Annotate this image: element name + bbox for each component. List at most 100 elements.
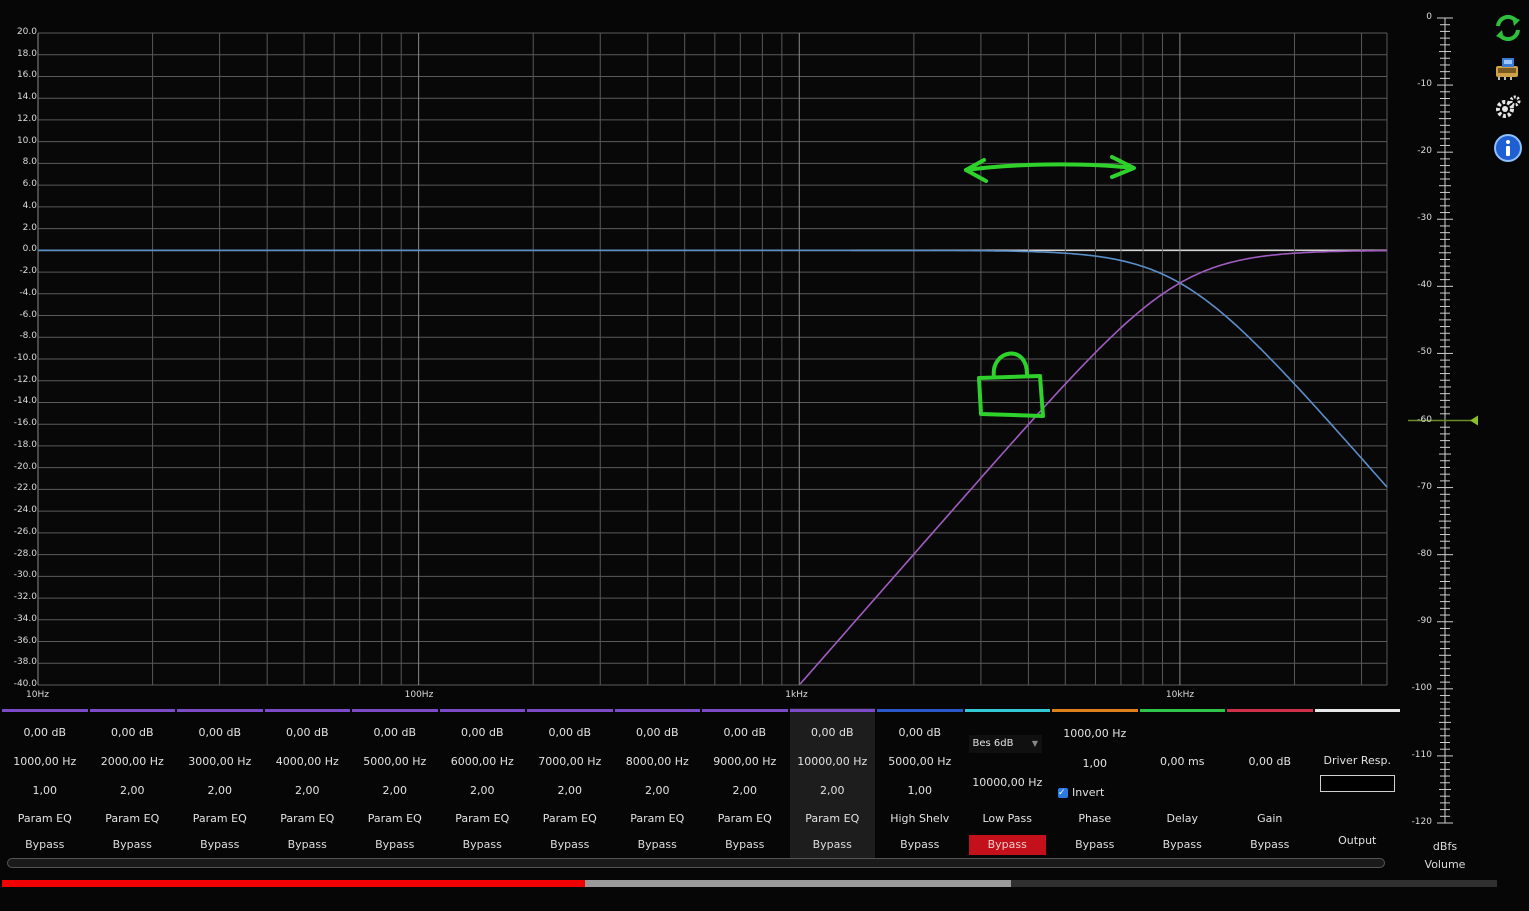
channel-color-bar [177, 709, 263, 712]
lowpass-frequency-value[interactable]: 10000,00 Hz [965, 775, 1051, 791]
channel-q-value[interactable]: 2,00 [352, 783, 438, 799]
channel-color-bar [1052, 709, 1138, 712]
channel-filter-type[interactable]: Param EQ [177, 811, 263, 827]
volume-meter [1408, 17, 1478, 824]
channel-bypass-button[interactable]: Bypass [94, 835, 172, 855]
channel-bypass-button[interactable]: Bypass [6, 835, 84, 855]
gain-tick-label: 4.0 [22, 200, 37, 211]
lowpass-channel: Bes 6dB ▼ 10000,00 Hz Low Pass Bypass [964, 708, 1051, 858]
eq-channel-4: 0,00 dB 4000,00 Hz 2,00 Param EQ Bypass [264, 708, 351, 858]
strip-horizontal-scrollbar[interactable] [7, 858, 1385, 868]
channel-gain-value[interactable]: 0,00 dB [527, 725, 613, 741]
channel-q-value[interactable]: 1,00 [2, 783, 88, 799]
channel-bypass-button[interactable]: Bypass [881, 835, 959, 855]
channel-filter-type[interactable]: Param EQ [2, 811, 88, 827]
delay-type[interactable]: Delay [1140, 811, 1226, 827]
channel-gain-value[interactable]: 0,00 dB [877, 725, 963, 741]
channel-gain-value[interactable]: 0,00 dB [352, 725, 438, 741]
channel-filter-type[interactable]: Param EQ [265, 811, 351, 827]
gain-value[interactable]: 0,00 dB [1227, 754, 1313, 770]
phase-bypass-button[interactable]: Bypass [1056, 835, 1134, 855]
channel-frequency-value[interactable]: 8000,00 Hz [615, 754, 701, 770]
channel-gain-value[interactable]: 0,00 dB [440, 725, 526, 741]
channel-bypass-button[interactable]: Bypass [531, 835, 609, 855]
channel-bypass-button[interactable]: Bypass [706, 835, 784, 855]
channel-filter-type[interactable]: High Shelv [877, 811, 963, 827]
channel-bypass-button[interactable]: Bypass [356, 835, 434, 855]
channel-frequency-value[interactable]: 10000,00 Hz [790, 754, 876, 770]
eq-channel-5: 0,00 dB 5000,00 Hz 2,00 Param EQ Bypass [352, 708, 438, 858]
channel-filter-type[interactable]: Param EQ [527, 811, 613, 827]
gain-bypass-button[interactable]: Bypass [1231, 835, 1309, 855]
channel-gain-value[interactable]: 0,00 dB [790, 725, 876, 741]
channel-filter-type[interactable]: Param EQ [790, 811, 876, 827]
eq-channel-2: 0,00 dB 2000,00 Hz 2,00 Param EQ Bypass [89, 708, 176, 858]
phase-filter-type[interactable]: Phase [1052, 811, 1138, 827]
channel-frequency-value[interactable]: 1000,00 Hz [2, 754, 88, 770]
driver-response-field[interactable] [1319, 775, 1395, 792]
gain-type[interactable]: Gain [1227, 811, 1313, 827]
video-progress-bar[interactable] [2, 880, 1497, 887]
delay-value[interactable]: 0,00 ms [1140, 754, 1226, 770]
eq-application: 20.0 18.0 16.0 14.0 12.0 10.0 8.0 6.0 4.0 2.0 0.0 -… [0, 0, 1529, 911]
gain-tick-label: -8.0 [19, 331, 37, 342]
channel-q-value[interactable]: 2,00 [265, 783, 351, 799]
channel-frequency-value[interactable]: 2000,00 Hz [90, 754, 176, 770]
channel-gain-value[interactable]: 0,00 dB [702, 725, 788, 741]
lowpass-bypass-button[interactable]: Bypass [968, 835, 1046, 855]
checkbox-checked-icon: ✓ [1058, 788, 1068, 798]
info-icon[interactable] [1492, 132, 1524, 164]
channel-q-value[interactable]: 2,00 [90, 783, 176, 799]
gain-tick-label: -10.0 [13, 353, 37, 363]
channel-bypass-button[interactable]: Bypass [619, 835, 697, 855]
channel-bypass-button[interactable]: Bypass [269, 835, 347, 855]
channel-filter-type[interactable]: Param EQ [615, 811, 701, 827]
channel-frequency-value[interactable]: 6000,00 Hz [440, 754, 526, 770]
channel-q-value[interactable]: 2,00 [177, 783, 263, 799]
channel-frequency-value[interactable]: 3000,00 Hz [177, 754, 263, 770]
volume-tick-label: -100 [1411, 682, 1432, 693]
channel-gain-value[interactable]: 0,00 dB [265, 725, 351, 741]
volume-tick-label: -80 [1417, 548, 1432, 559]
channel-gain-value[interactable]: 0,00 dB [177, 725, 263, 741]
channel-bypass-button[interactable]: Bypass [794, 835, 872, 855]
chip-device-icon[interactable] [1492, 52, 1524, 84]
channel-bypass-button[interactable]: Bypass [181, 835, 259, 855]
volume-slider-handle[interactable] [1470, 415, 1478, 426]
channel-filter-type[interactable]: Param EQ [90, 811, 176, 827]
channel-frequency-value[interactable]: 9000,00 Hz [702, 754, 788, 770]
eq-channel-10: 0,00 dB 10000,00 Hz 2,00 Param EQ Bypass [789, 708, 876, 858]
channel-filter-type[interactable]: Param EQ [440, 811, 526, 827]
driver-response-label[interactable]: Driver Resp. [1315, 753, 1401, 769]
channel-gain-value[interactable]: 0,00 dB [615, 725, 701, 741]
channel-frequency-value[interactable]: 7000,00 Hz [527, 754, 613, 770]
channel-gain-value[interactable]: 0,00 dB [2, 725, 88, 741]
channel-frequency-value[interactable]: 4000,00 Hz [265, 754, 351, 770]
channel-frequency-value[interactable]: 5000,00 Hz [877, 754, 963, 770]
phase-q-value[interactable]: 1,00 [1052, 756, 1138, 772]
channel-q-value[interactable]: 1,00 [877, 783, 963, 799]
phase-frequency-value[interactable]: 1000,00 Hz [1052, 726, 1138, 742]
gain-tick-label: -14.0 [13, 396, 37, 407]
channel-q-value[interactable]: 2,00 [615, 783, 701, 799]
delay-bypass-button[interactable]: Bypass [1144, 835, 1222, 855]
channel-q-value[interactable]: 2,00 [527, 783, 613, 799]
channel-filter-type[interactable]: Param EQ [352, 811, 438, 827]
gear-icon[interactable] [1492, 92, 1524, 124]
channel-gain-value[interactable]: 0,00 dB [90, 725, 176, 741]
channel-color-bar [527, 709, 613, 712]
channel-filter-type[interactable]: Param EQ [702, 811, 788, 827]
volume-title: Volume [1424, 858, 1466, 871]
refresh-icon[interactable] [1492, 12, 1524, 44]
lowpass-filter-select-value: Bes 6dB [972, 738, 1014, 749]
channel-frequency-value[interactable]: 5000,00 Hz [352, 754, 438, 770]
channel-q-value[interactable]: 2,00 [702, 783, 788, 799]
phase-invert-checkbox[interactable]: ✓ Invert [1052, 785, 1138, 801]
channel-bypass-button[interactable]: Bypass [444, 835, 522, 855]
output-title[interactable]: Output [1315, 833, 1401, 849]
gain-tick-label: -16.0 [13, 418, 37, 429]
channel-q-value[interactable]: 2,00 [440, 783, 526, 799]
channel-q-value[interactable]: 2,00 [790, 783, 876, 799]
lowpass-filter-type[interactable]: Low Pass [965, 811, 1051, 827]
lowpass-filter-select[interactable]: Bes 6dB ▼ [968, 735, 1042, 753]
